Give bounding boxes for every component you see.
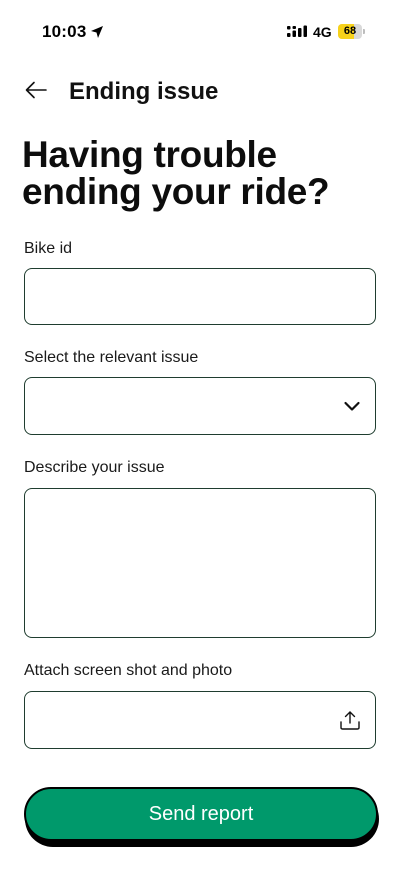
headline-line-2: ending your ride? bbox=[22, 171, 330, 212]
attachment-label: Attach screen shot and photo bbox=[24, 662, 233, 679]
description-label: Describe your issue bbox=[24, 459, 165, 476]
page-title: Ending issue bbox=[69, 78, 219, 105]
issue-select[interactable] bbox=[24, 377, 376, 435]
arrow-left-icon bbox=[25, 81, 47, 99]
status-bar: 10:03 4G 68 bbox=[0, 0, 402, 60]
chevron-down-icon bbox=[344, 401, 360, 411]
description-field-box bbox=[24, 488, 376, 638]
signal-icon bbox=[287, 25, 307, 37]
headline: Having trouble ending your ride? bbox=[22, 136, 382, 210]
send-report-button[interactable]: Send report bbox=[24, 787, 378, 841]
description-textarea[interactable] bbox=[25, 489, 375, 637]
attachment-field[interactable] bbox=[24, 691, 376, 749]
issue-select-label: Select the relevant issue bbox=[24, 349, 199, 366]
back-button[interactable] bbox=[22, 76, 50, 104]
battery-level: 68 bbox=[343, 25, 357, 37]
bike-id-field-box bbox=[24, 268, 376, 325]
status-time: 10:03 bbox=[42, 22, 87, 41]
bike-id-label: Bike id bbox=[24, 240, 73, 257]
upload-icon[interactable] bbox=[339, 709, 361, 731]
headline-line-1: Having trouble bbox=[22, 134, 277, 175]
battery-icon: 68 bbox=[338, 24, 366, 40]
location-arrow-icon bbox=[91, 26, 103, 38]
bike-id-input[interactable] bbox=[25, 269, 375, 324]
network-label: 4G bbox=[313, 24, 332, 40]
